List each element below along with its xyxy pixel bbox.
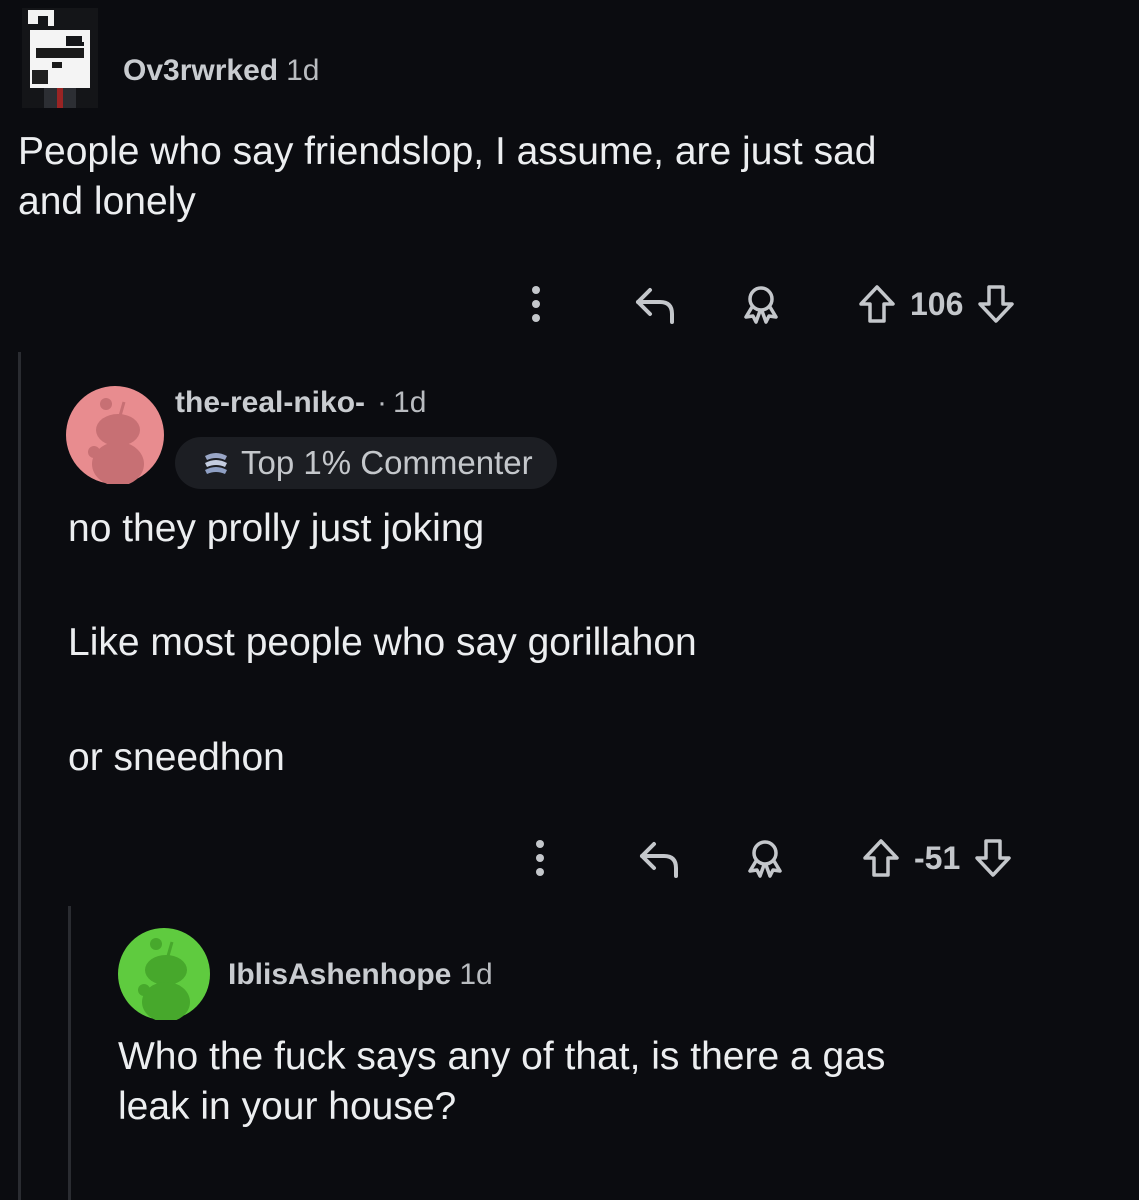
more-options-icon[interactable]: [518, 284, 554, 324]
award-icon[interactable]: [738, 283, 784, 325]
body-line: Who the fuck says any of that, is there …: [118, 1035, 886, 1078]
comment-body-line-1: no they prolly just joking: [68, 507, 485, 550]
username-text[interactable]: Ov3rwrked: [123, 54, 278, 87]
snoo-avatar-icon: [88, 398, 144, 486]
comment-author[interactable]: the-real-niko- · 1d: [175, 386, 426, 420]
badge-label: Top 1% Commenter: [241, 444, 533, 481]
comment-body: Who the fuck says any of that, is there …: [118, 1032, 885, 1132]
reply-icon[interactable]: [632, 284, 680, 324]
body-line: leak in your house?: [118, 1085, 457, 1128]
body-line: People who say friendslop, I assume, are…: [18, 130, 877, 173]
comment-body-line-3: or sneedhon: [68, 736, 285, 779]
commenter-badge-icon: [205, 453, 227, 474]
snoo-avatar-icon: [138, 938, 190, 1022]
comment-timestamp: 1d: [459, 958, 493, 991]
user-avatar[interactable]: [118, 928, 210, 1022]
downvote-icon[interactable]: [975, 284, 1017, 324]
upvote-icon[interactable]: [856, 284, 898, 324]
comment-actions: -51: [522, 830, 1014, 886]
comment-timestamp: 1d: [286, 54, 320, 87]
comment-timestamp: 1d: [393, 386, 427, 419]
downvote-icon[interactable]: [972, 838, 1014, 878]
more-options-icon[interactable]: [522, 838, 558, 878]
reply-icon[interactable]: [636, 838, 684, 878]
user-avatar-icon[interactable]: [22, 8, 98, 108]
username-text[interactable]: the-real-niko-: [175, 386, 365, 419]
comment-author[interactable]: Ov3rwrked 1d: [123, 54, 319, 88]
upvote-icon[interactable]: [860, 838, 902, 878]
nested-thread-line[interactable]: [68, 906, 71, 1200]
username-text[interactable]: IblisAshenhope: [228, 958, 451, 991]
thread-line[interactable]: [18, 352, 21, 1200]
comment-actions: 106: [518, 276, 1017, 332]
award-icon[interactable]: [742, 837, 788, 879]
comment-body-line-2: Like most people who say gorillahon: [68, 621, 697, 664]
comment-author[interactable]: IblisAshenhope 1d: [228, 958, 493, 992]
comment-body: People who say friendslop, I assume, are…: [18, 127, 876, 227]
top-commenter-badge[interactable]: Top 1% Commenter: [175, 437, 557, 489]
user-avatar[interactable]: [66, 386, 164, 486]
comment-thread: Ov3rwrked 1d People who say friendslop, I…: [0, 0, 1139, 1200]
separator-dot: ·: [377, 386, 388, 419]
vote-count: 106: [910, 285, 964, 322]
body-line: and lonely: [18, 180, 196, 223]
vote-count: -51: [914, 839, 961, 876]
